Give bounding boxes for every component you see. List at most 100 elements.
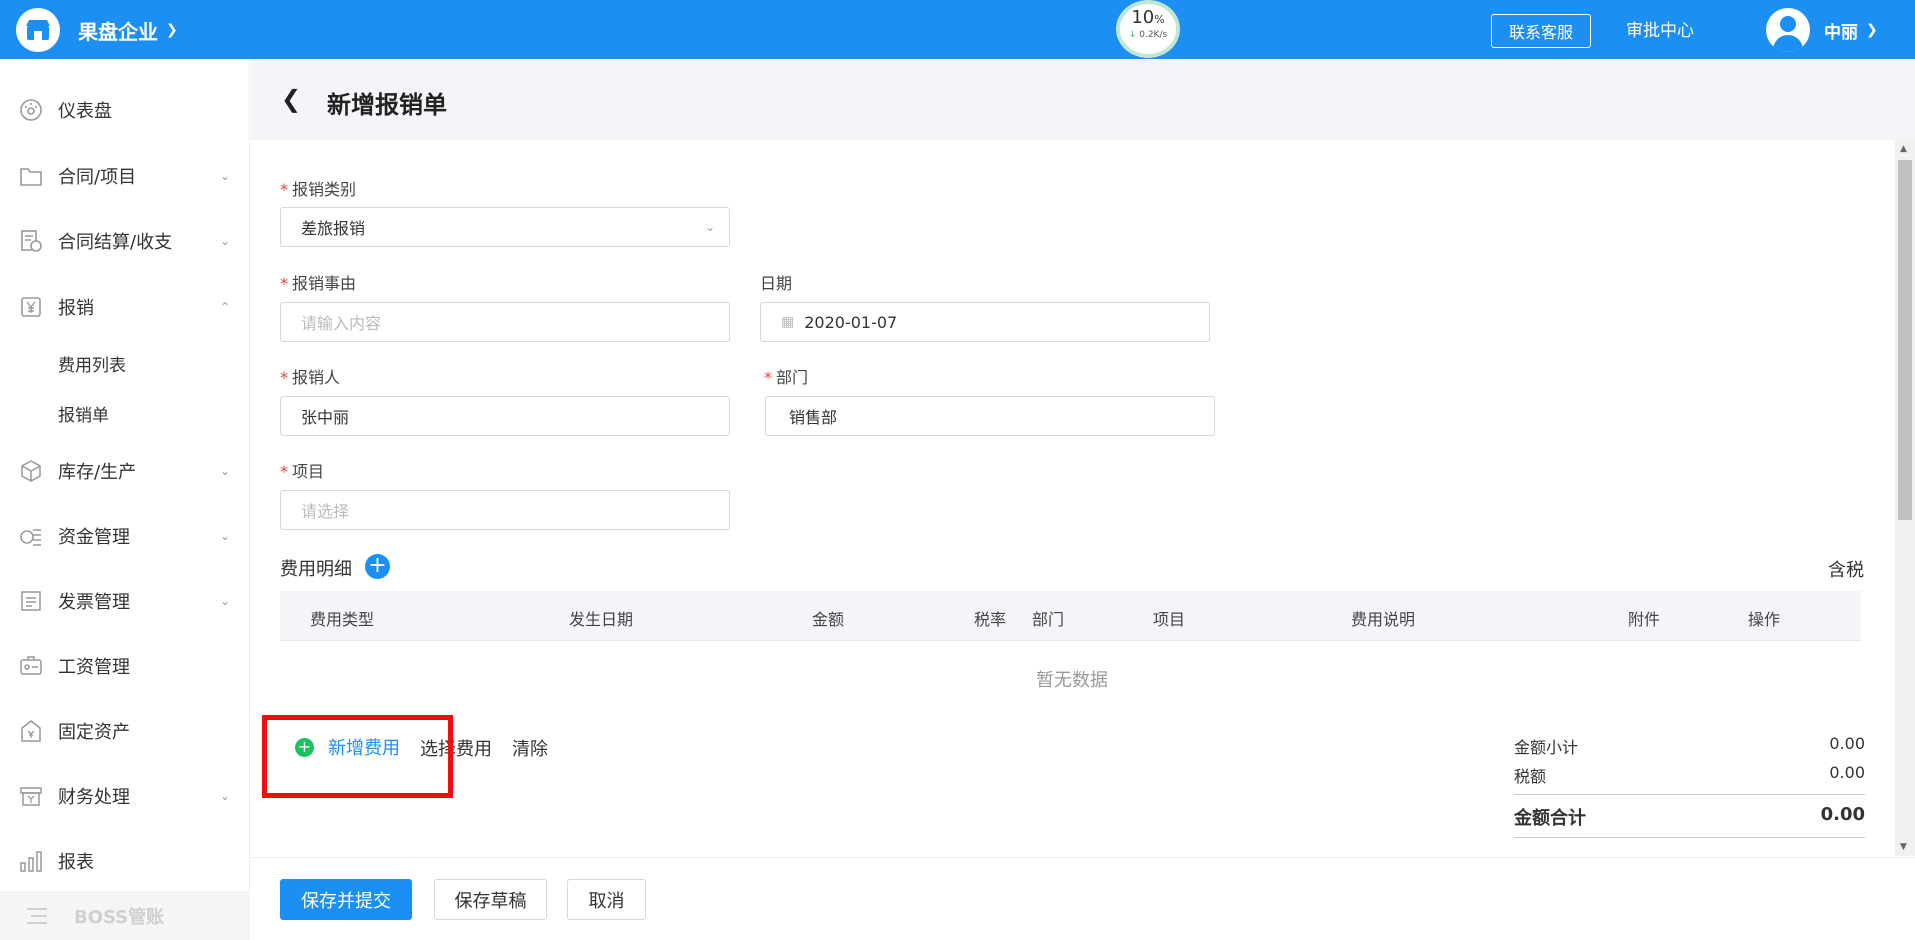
sidebar-item-inventory[interactable]: 库存/生产 ⌄ [0,451,250,491]
reason-input[interactable]: 请输入内容 [280,302,730,342]
chevron-up-icon: ⌃ [220,300,231,314]
add-detail-button[interactable]: + [365,554,390,579]
sidebar-item-label: 仪表盘 [58,101,112,122]
chevron-down-icon: ❯ [1866,22,1878,38]
page-header: ❮ 新增报销单 [251,59,1915,140]
category-select[interactable]: 差旅报销 ⌄ [280,207,730,247]
vertical-scrollbar[interactable]: ▲ ▼ [1895,140,1915,856]
subtotal-value: 0.00 [1829,734,1865,753]
sidebar-item-label: 固定资产 [58,722,130,743]
dashboard-icon [18,97,44,123]
sidebar-item-dashboard[interactable]: 仪表盘 [0,90,250,130]
sidebar-item-label: 报表 [58,852,94,873]
cancel-button[interactable]: 取消 [567,879,646,920]
back-arrow-icon[interactable]: ❮ [281,85,301,113]
chevron-down-icon: ❯ [166,22,178,38]
tax-label: 税额 [1514,767,1547,786]
sidebar-item-salary[interactable]: 工资管理 [0,646,250,686]
details-title: 费用明细 [280,559,352,580]
highlight-box [262,715,453,798]
scrollbar-thumb[interactable] [1898,160,1912,520]
sidebar-item-reports[interactable]: 报表 [0,841,250,881]
chevron-down-icon: ⌄ [220,594,231,608]
sidebar-item-finance[interactable]: 财务处理 ⌄ [0,776,250,816]
sidebar-item-label: BOSS管账 [74,906,165,928]
total-value: 0.00 [1820,804,1865,825]
fund-icon [18,523,44,549]
speed-percent: 10% [1131,7,1165,28]
date-label: 日期 [760,274,793,293]
details-table-header: 费用类型 发生日期 金额 税率 部门 项目 费用说明 附件 操作 [280,591,1861,641]
reason-label: * 报销事由 [280,274,357,293]
sidebar-item-label: 合同/项目 [58,167,137,188]
chevron-down-icon: ⌄ [220,789,231,803]
total-label: 金额合计 [1514,808,1586,829]
sidebar-subitem-reimbursement-form[interactable]: 报销单 [58,401,109,426]
approval-center-link[interactable]: 审批中心 [1626,16,1694,41]
user-menu[interactable]: 中丽 ❯ [1766,8,1878,52]
project-label: * 项目 [280,462,325,481]
save-draft-button[interactable]: 保存草稿 [434,879,547,920]
sidebar-item-boss[interactable]: BOSS管账 [0,891,250,940]
scroll-up-icon[interactable]: ▲ [1900,144,1907,154]
dept-label: * 部门 [764,368,809,387]
dept-input[interactable]: 销售部 [765,396,1215,436]
salary-icon [18,653,44,679]
menu-icon [24,903,50,929]
divider [1514,794,1865,795]
sidebar-item-reimbursement[interactable]: 报销 ⌃ [0,287,250,327]
project-select[interactable]: 请选择 [280,490,730,530]
invoice-icon [18,588,44,614]
save-submit-button[interactable]: 保存并提交 [280,879,412,920]
arrow-down-icon: ↓ [1128,30,1137,40]
yuan-icon [18,294,44,320]
asset-icon [18,718,44,744]
sidebar-item-funds[interactable]: 资金管理 ⌄ [0,516,250,556]
tax-row: 税额 0.00 [1514,763,1865,787]
column-header: 金额 [812,610,845,629]
calendar-icon: ▦ [781,314,795,330]
sidebar-item-fixed-assets[interactable]: 固定资产 [0,711,250,751]
network-speed-widget[interactable]: 10% ↓ 0.2K/s [1116,0,1180,58]
sidebar-item-settlement[interactable]: 合同结算/收支 ⌄ [0,221,250,261]
settlement-icon [18,228,44,254]
sidebar-item-invoices[interactable]: 发票管理 ⌄ [0,581,250,621]
chevron-down-icon: ⌄ [220,529,231,543]
date-picker[interactable]: ▦ 2020-01-07 [760,302,1210,342]
sidebar-item-contracts[interactable]: 合同/项目 ⌄ [0,156,250,196]
chevron-down-icon: ⌄ [220,464,231,478]
plus-icon: + [368,553,387,578]
column-header: 税率 [974,610,1007,629]
sidebar-item-label: 发票管理 [58,592,130,613]
scroll-down-icon[interactable]: ▼ [1900,842,1907,852]
person-input[interactable]: 张中丽 [280,396,730,436]
column-header: 项目 [1153,610,1186,629]
sidebar-subitem-expense-list[interactable]: 费用列表 [58,351,126,376]
tax-value: 0.00 [1829,763,1865,782]
chevron-down-icon: ⌄ [704,220,715,234]
page-title: 新增报销单 [327,91,447,119]
folder-icon [18,163,44,189]
sidebar-item-label: 财务处理 [58,787,130,808]
category-label: * 报销类别 [280,180,357,199]
chevron-down-icon: ⌄ [220,234,231,248]
column-header: 发生日期 [569,610,634,629]
finance-icon [18,783,44,809]
sidebar-item-label: 合同结算/收支 [58,232,173,253]
speed-rate: ↓ 0.2K/s [1128,30,1168,40]
top-bar: 果盘企业 ❯ 10% ↓ 0.2K/s 联系客服 审批中心 中丽 ❯ [0,0,1915,59]
person-label: * 报销人 [280,368,341,387]
user-name: 中丽 [1824,22,1858,43]
clear-button[interactable]: 清除 [512,735,548,761]
sidebar-item-label: 库存/生产 [58,462,137,483]
avatar [1766,8,1810,52]
company-name: 果盘企业 [78,19,158,44]
chevron-down-icon: ⌄ [220,169,231,183]
subtotal-row: 金额小计 0.00 [1514,734,1865,758]
bar-chart-icon [18,848,44,874]
tax-included-toggle[interactable]: 含税 [1828,556,1864,582]
column-header: 操作 [1748,610,1781,629]
company-switcher[interactable]: 果盘企业 ❯ [16,8,178,52]
empty-state-text: 暂无数据 [1036,670,1108,691]
contact-service-button[interactable]: 联系客服 [1491,14,1591,48]
